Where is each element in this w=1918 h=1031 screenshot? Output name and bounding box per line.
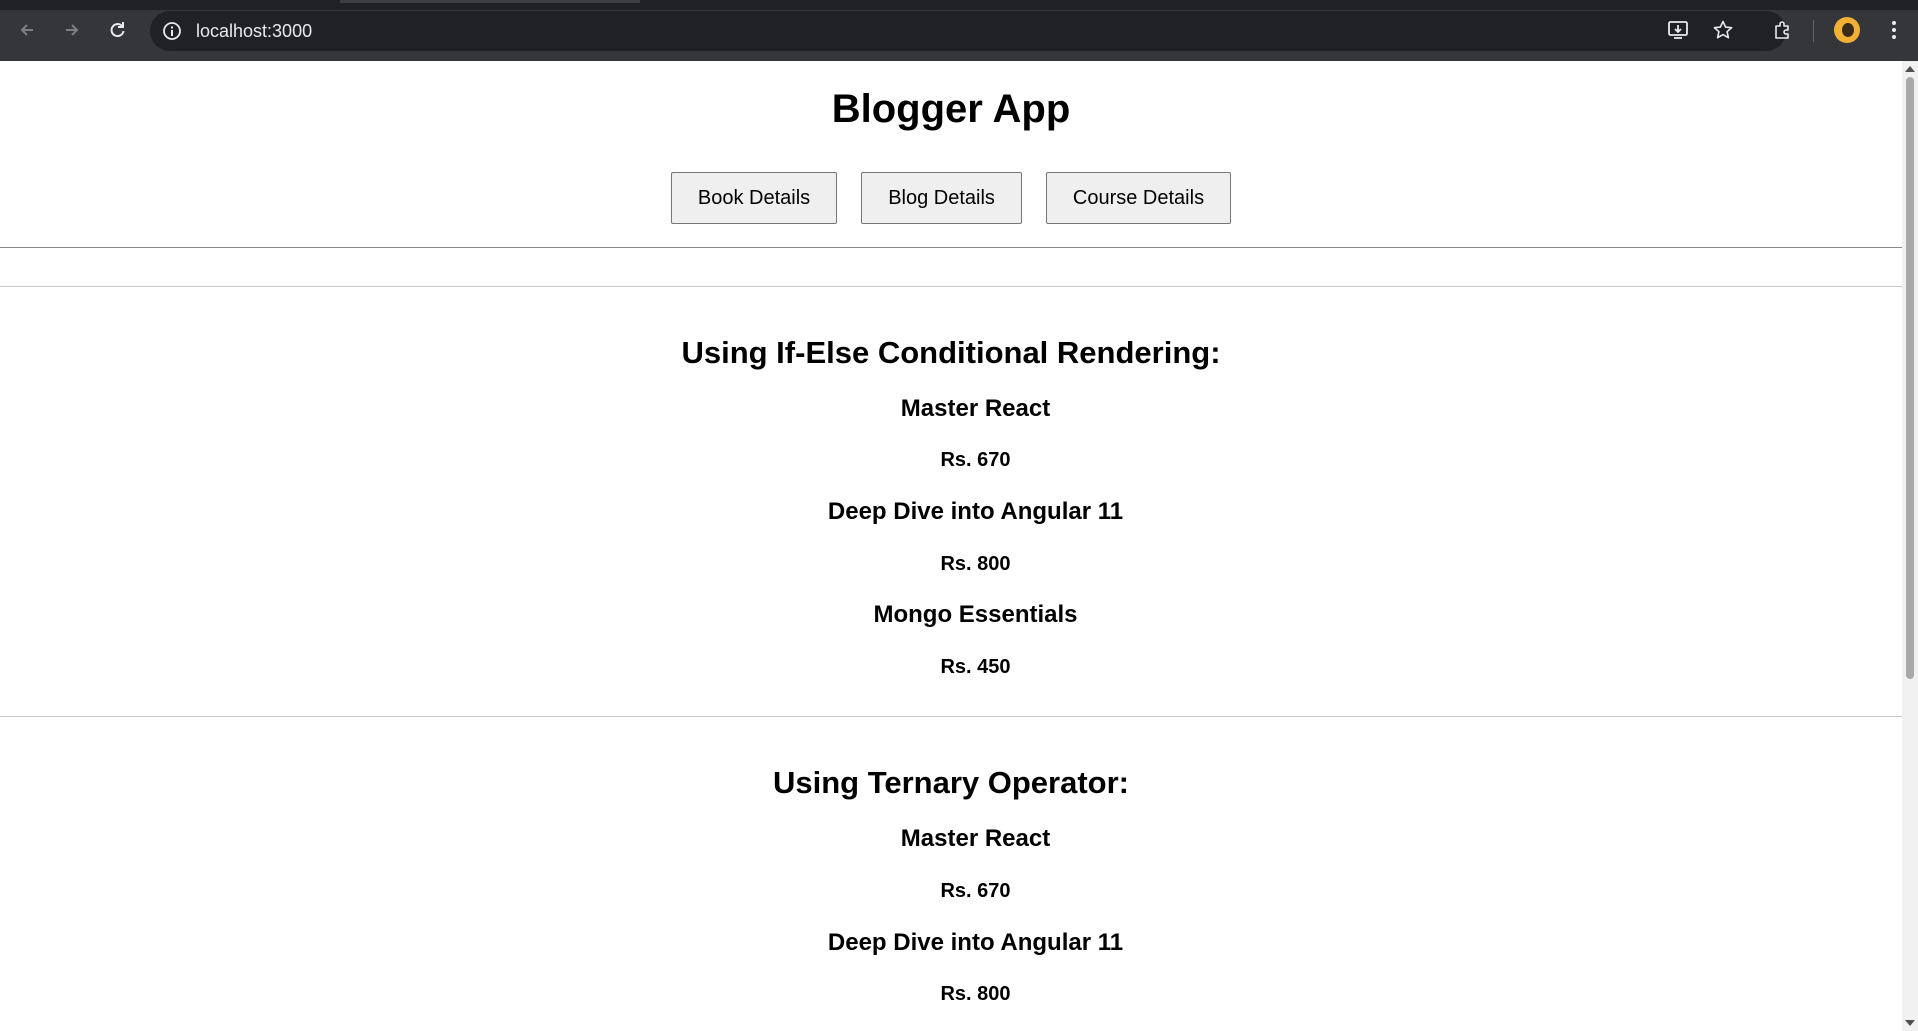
back-button[interactable] [12,15,42,45]
page-title: Blogger App [831,87,1071,131]
divider [0,247,1902,248]
button-row: Book Details Blog Details Course Details [0,172,1902,224]
section-heading-ternary: Using Ternary Operator: [772,765,1129,800]
reload-icon [110,22,125,38]
reload-button[interactable] [102,15,132,45]
avatar-face [1842,23,1854,37]
blog-details-button[interactable]: Blog Details [861,172,1022,224]
install-app-button[interactable] [1663,15,1693,45]
book-name: Deep Dive into Angular 11 [827,929,1124,956]
course-details-button[interactable]: Course Details [1045,172,1232,224]
kebab-menu-icon [1892,21,1896,39]
book-details-button[interactable]: Book Details [670,172,838,224]
profile-avatar[interactable] [1834,17,1860,43]
divider [0,286,1902,287]
scroll-up-arrow-icon[interactable] [1905,66,1915,72]
divider [0,716,1902,717]
book-price: Rs. 800 [940,983,1011,1005]
book-name: Deep Dive into Angular 11 [827,498,1124,525]
scroll-down-arrow-icon[interactable] [1905,1020,1915,1026]
toolbar-separator [1813,20,1814,42]
site-info-icon[interactable] [162,21,182,41]
address-bar[interactable]: localhost:3000 [150,11,1786,51]
book-name: Mongo Essentials [873,601,1078,628]
book-price: Rs. 670 [940,449,1011,471]
forward-button[interactable] [57,15,87,45]
section-heading-if-else: Using If-Else Conditional Rendering: [681,335,1221,370]
book-name: Master React [900,825,1051,852]
active-tab-edge[interactable] [340,0,640,3]
browser-toolbar: localhost:3000 [0,0,1918,61]
book-price: Rs. 450 [940,656,1011,678]
arrow-right-icon [66,24,79,36]
star-icon [1713,20,1733,39]
menu-button[interactable] [1879,15,1909,45]
page-viewport: Blogger App Book Details Blog Details Cour… [0,61,1902,1031]
tab-strip [0,0,1918,10]
url-text[interactable]: localhost:3000 [196,21,312,41]
scrollbar-thumb[interactable] [1906,77,1914,679]
bookmark-button[interactable] [1708,15,1738,45]
arrow-left-icon [20,24,33,36]
book-price: Rs. 800 [940,553,1011,575]
book-price: Rs. 670 [940,880,1011,902]
extensions-button[interactable] [1768,15,1798,45]
book-name: Master React [900,395,1051,422]
install-icon [1668,21,1688,39]
vertical-scrollbar[interactable] [1902,61,1918,1031]
puzzle-icon [1775,21,1789,39]
